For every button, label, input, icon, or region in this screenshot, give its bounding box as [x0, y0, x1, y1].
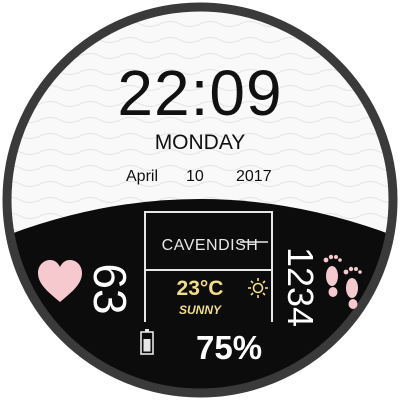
- battery-percentage: 75%: [196, 329, 263, 366]
- heart-rate-value: 63: [84, 263, 136, 315]
- day-of-week: MONDAY: [154, 131, 246, 154]
- step-count: 1234: [280, 246, 321, 328]
- date-year: 2017: [236, 168, 272, 185]
- brand-label: CAVENDISH: [161, 237, 259, 254]
- date-month: April: [126, 168, 159, 185]
- date-day: 10: [186, 168, 204, 185]
- time-display: 22:09: [117, 57, 283, 129]
- weather-condition: SUNNY: [178, 303, 221, 317]
- weather-temperature: 23°C: [176, 277, 224, 300]
